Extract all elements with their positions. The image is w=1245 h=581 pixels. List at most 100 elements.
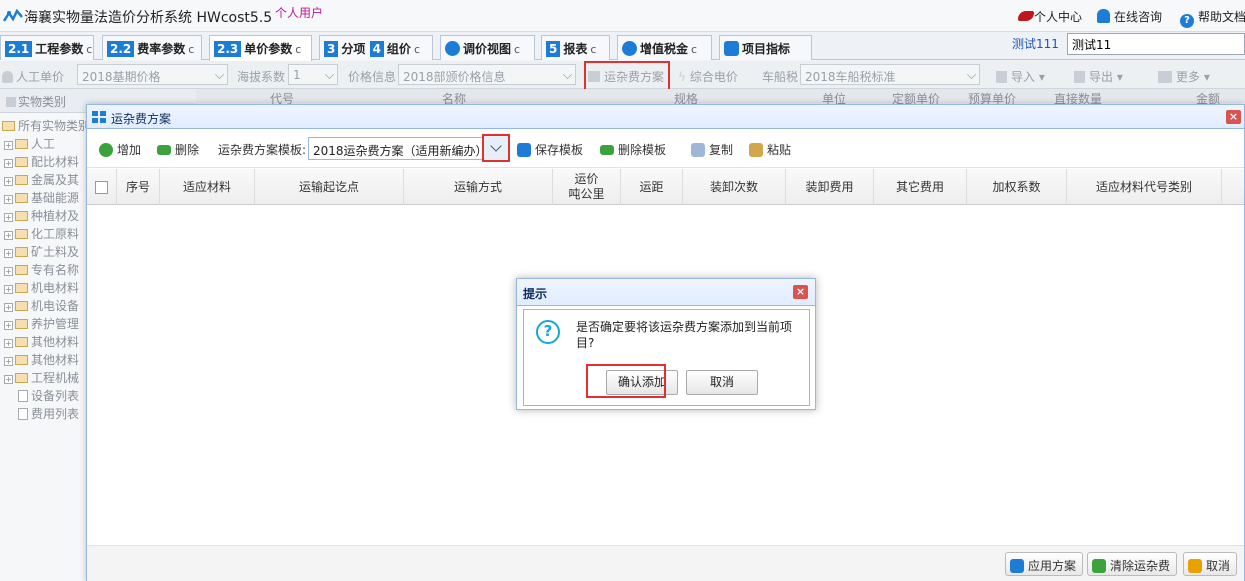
tree-item[interactable]: + 专有名称 (4, 261, 79, 278)
expand-icon[interactable]: + (4, 321, 13, 330)
dialog-footer: 应用方案 清除运杂费 取消 (87, 545, 1244, 581)
tab-label: 单价参数 (244, 42, 293, 56)
tab-items-pricing[interactable]: 3 分项 4 组价 c (319, 35, 433, 60)
expand-icon[interactable]: + (4, 231, 13, 240)
expand-icon[interactable]: + (4, 267, 13, 276)
tree-item[interactable]: + 基础能源 (4, 189, 79, 206)
copy-button[interactable]: 复制 (691, 141, 733, 158)
delete-template-button[interactable]: 删除模板 (600, 141, 666, 158)
folder-icon (15, 283, 28, 293)
person-icon (2, 71, 13, 83)
expand-icon[interactable]: + (4, 195, 13, 204)
folder-icon (15, 193, 28, 203)
expand-icon[interactable]: + (4, 213, 13, 222)
help-link[interactable]: ? 帮助文档 (1180, 8, 1245, 28)
altitude-select[interactable]: 1 (288, 64, 338, 85)
dialog-toolbar: 增加 删除 运杂费方案模板: 2018运杂费方案（适用新编办） 保存模板 删除模… (87, 130, 1244, 168)
save-template-button[interactable]: 保存模板 (517, 141, 583, 158)
pie-icon (445, 41, 460, 56)
minus-icon (157, 145, 171, 155)
template-dropdown-arrow[interactable] (482, 134, 510, 162)
tree-item[interactable]: + 工程机械 (4, 369, 79, 386)
tab-label: 分项 (341, 42, 366, 56)
tree-item[interactable]: + 人工 (4, 135, 55, 152)
import-button[interactable]: 导入 ▾ (996, 68, 1045, 85)
altitude-label: 海拔系数 (237, 70, 286, 84)
refresh-icon[interactable]: c (86, 43, 92, 56)
tree-item[interactable]: + 种植材及 (4, 207, 79, 224)
refresh-icon[interactable]: c (414, 43, 420, 56)
select-all-checkbox[interactable] (87, 169, 117, 205)
tab-rate-params[interactable]: 2.2 费率参数 c (102, 35, 202, 60)
expand-icon[interactable]: + (4, 339, 13, 348)
tree-root[interactable]: 所有实物类别 (2, 117, 90, 134)
paste-button[interactable]: 粘贴 (749, 141, 791, 158)
tree-item[interactable]: + 化工原料 (4, 225, 79, 242)
confirm-dialog: 提示 × ? 是否确定要将该运杂费方案添加到当前项目? 确认添加 取消 (516, 278, 816, 410)
export-button[interactable]: 导出 ▾ (1074, 68, 1123, 85)
tab-number: 3 (324, 41, 339, 57)
expand-icon[interactable]: + (4, 303, 13, 312)
price-info-select[interactable]: 2018部颁价格信息 (398, 64, 576, 85)
online-consult-link[interactable]: 在线咨询 (1097, 8, 1162, 25)
expand-icon[interactable]: + (4, 285, 13, 294)
apply-scheme-button[interactable]: 应用方案 (1005, 552, 1084, 576)
freight-grid-header: 序号 适应材料 运输起讫点 运输方式 运价 吨公里 运距 装卸次数 装卸费用 其… (87, 169, 1244, 205)
column-header: 加权系数 (967, 169, 1067, 205)
tab-unit-price-params[interactable]: 2.3 单价参数 c (209, 35, 312, 61)
expand-icon[interactable]: + (4, 141, 13, 150)
composite-power-button[interactable]: ϟ 综合电价 (678, 68, 738, 85)
tree-leaf[interactable]: 设备列表 (18, 387, 79, 404)
profile-link[interactable]: 个人中心 (1018, 8, 1082, 25)
paste-icon (749, 143, 763, 157)
folder-icon (15, 247, 28, 257)
expand-icon[interactable]: + (4, 357, 13, 366)
expand-icon[interactable]: + (4, 159, 13, 168)
expand-icon[interactable]: + (4, 177, 13, 186)
tab-reports[interactable]: 5 报表 c (541, 35, 610, 60)
clear-freight-button[interactable]: 清除运杂费 (1087, 552, 1178, 576)
vehicle-tax-select[interactable]: 2018车船税标准 (800, 64, 980, 85)
delete-button[interactable]: 删除 (157, 141, 199, 158)
grid-icon (1158, 71, 1172, 83)
tab-number: 5 (546, 41, 561, 57)
expand-icon[interactable]: + (4, 249, 13, 258)
tree-item[interactable]: + 其他材料 (4, 333, 79, 350)
tree-item[interactable]: + 配比材料 (4, 153, 79, 170)
tree-item[interactable]: + 机电材料 (4, 279, 79, 296)
tree-item[interactable]: + 金属及其 (4, 171, 79, 188)
tab-project-params[interactable]: 2.1 工程参数 c (0, 35, 94, 60)
tree-item[interactable]: + 矿土料及 (4, 243, 79, 260)
tab-vat[interactable]: 增值税金 c (617, 35, 712, 60)
money-icon (622, 41, 637, 56)
more-button[interactable]: 更多 ▾ (1158, 68, 1210, 85)
tree-item[interactable]: + 其他材料 (4, 351, 79, 368)
tab-project-indicators[interactable]: 项目指标 (719, 35, 812, 60)
bell-icon (1097, 9, 1110, 23)
template-value: 2018运杂费方案（适用新编办） (313, 144, 488, 158)
project-name-input[interactable] (1067, 33, 1245, 55)
refresh-icon[interactable]: c (514, 43, 520, 56)
template-select[interactable]: 2018运杂费方案（适用新编办） (308, 137, 508, 160)
add-button[interactable]: 增加 (99, 141, 141, 158)
cancel-button[interactable]: 取消 (1183, 552, 1238, 576)
column-header: 装卸次数 (683, 169, 786, 205)
price-grid-header: 代号 名称 规格 单位 定额单价 预算单价 直接数量 金额 (196, 89, 1245, 106)
refresh-icon[interactable]: c (295, 43, 301, 56)
close-icon[interactable]: × (1226, 110, 1241, 124)
refresh-icon[interactable]: c (590, 43, 596, 56)
close-icon[interactable]: × (793, 285, 808, 299)
labor-price-select[interactable]: 2018基期价格 (77, 64, 228, 85)
tab-price-adjust-view[interactable]: 调价视图 c (440, 35, 535, 60)
refresh-icon[interactable]: c (188, 43, 194, 56)
tree-item[interactable]: + 机电设备 (4, 297, 79, 314)
expand-icon[interactable]: + (4, 375, 13, 384)
tree-item[interactable]: + 养护管理 (4, 315, 79, 332)
tab-label: 费率参数 (137, 42, 186, 56)
tree-leaf[interactable]: 费用列表 (18, 405, 79, 422)
refresh-icon[interactable]: c (691, 43, 697, 56)
confirm-cancel-button[interactable]: 取消 (686, 370, 758, 395)
folder-icon (15, 139, 28, 149)
column-header: 序号 (117, 169, 160, 205)
minus-icon (600, 145, 614, 155)
